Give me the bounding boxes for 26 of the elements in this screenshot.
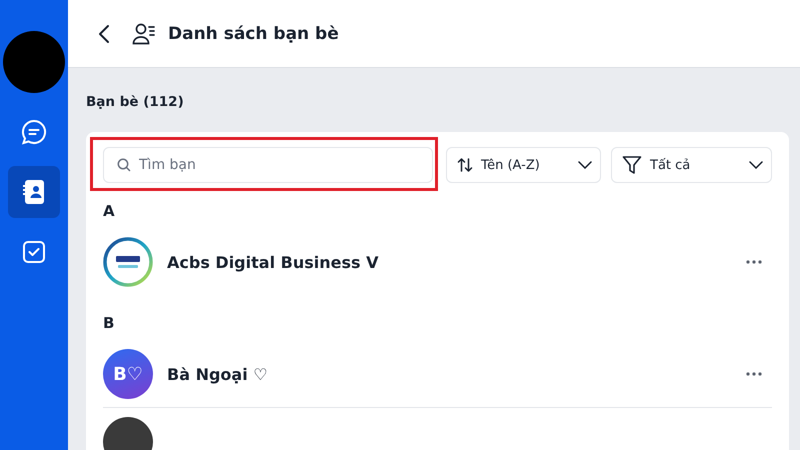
section-letter: A: [103, 202, 116, 222]
chevron-down-icon: [578, 161, 592, 169]
section-letter: B: [103, 314, 116, 334]
chevron-down-icon: [749, 161, 763, 169]
sidebar-item[interactable]: [8, 166, 60, 218]
search-field[interactable]: Tìm bạn: [103, 147, 433, 183]
back-icon[interactable]: [98, 24, 110, 44]
sort-arrows-icon: [457, 157, 473, 173]
contact-book-icon: [22, 179, 46, 205]
page-title: Danh sách bạn bè: [168, 24, 339, 44]
sort-dropdown[interactable]: Tên (A-Z): [446, 147, 601, 183]
contact-name: Acbs Digital Business V: [167, 252, 380, 272]
contact-row[interactable]: B♡ Bà Ngoại ♡: [103, 341, 772, 408]
filter-dropdown[interactable]: Tất cả: [611, 147, 772, 183]
checkbox-icon: [22, 240, 46, 264]
contact-name: Bà Ngoại ♡: [167, 364, 269, 384]
contact-row[interactable]: Acbs Digital Business V: [103, 229, 772, 295]
more-icon[interactable]: [746, 260, 762, 264]
person-list-icon: [132, 22, 156, 44]
logo-icon: [103, 237, 153, 287]
search-icon: [117, 158, 131, 172]
initials-avatar: B♡: [103, 349, 153, 399]
filter-icon: [622, 155, 642, 175]
friends-count-heading: Bạn bè (112): [86, 94, 185, 110]
more-icon[interactable]: [746, 372, 762, 376]
chat-icon: [21, 119, 47, 145]
